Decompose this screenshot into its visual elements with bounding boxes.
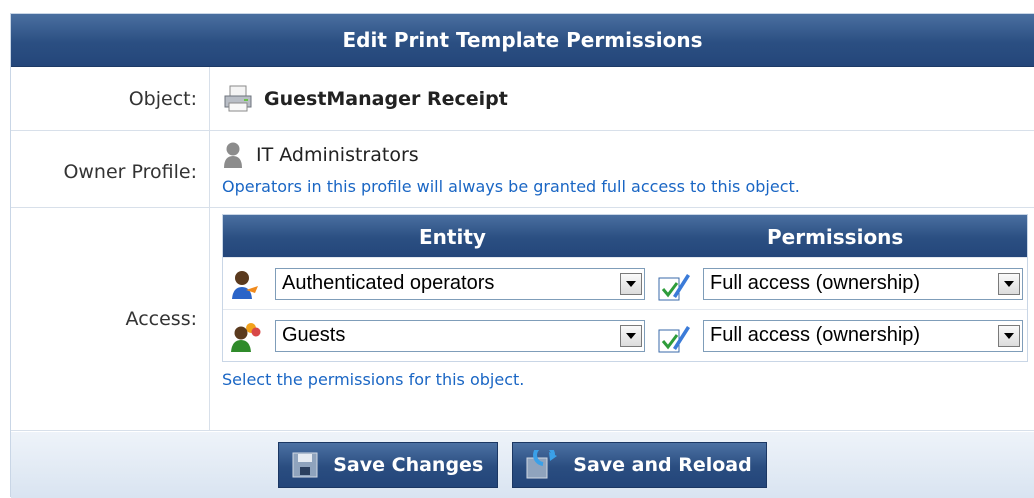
- access-hint: Select the permissions for this object.: [222, 370, 525, 389]
- permission-select-1[interactable]: Full access (ownership): [703, 267, 1023, 300]
- panel-title: Edit Print Template Permissions: [11, 14, 1034, 67]
- chevron-down-icon[interactable]: [998, 324, 1020, 347]
- access-label: Access:: [11, 208, 210, 430]
- access-table: Entity Permissions Authenticated operato…: [222, 214, 1028, 362]
- save-and-reload-label: Save and Reload: [573, 454, 752, 476]
- entity-select-1-value: Authenticated operators: [282, 272, 495, 294]
- permission-select-2[interactable]: Full access (ownership): [703, 319, 1023, 352]
- object-name: GuestManager Receipt: [264, 87, 508, 110]
- access-entry-row: Authenticated operators Full access (own…: [223, 257, 1027, 309]
- entity-column-header: Entity: [419, 225, 486, 249]
- permission-check-icon: [658, 274, 690, 301]
- save-and-reload-button[interactable]: Save and Reload: [512, 442, 767, 488]
- access-row: Access: Entity Permissions Authenticated…: [11, 208, 1034, 431]
- access-table-header: Entity Permissions: [223, 215, 1027, 257]
- save-changes-label: Save Changes: [333, 454, 484, 476]
- owner-label: Owner Profile:: [11, 131, 210, 207]
- permission-select-1-value: Full access (ownership): [710, 272, 921, 294]
- permissions-column-header: Permissions: [767, 225, 904, 249]
- object-row: Object: GuestManager Receipt: [11, 67, 1034, 131]
- operator-user-icon: [232, 271, 258, 299]
- chevron-down-icon[interactable]: [620, 272, 642, 295]
- printer-icon: [224, 85, 252, 111]
- owner-name: IT Administrators: [256, 144, 419, 166]
- permission-check-icon: [658, 326, 690, 353]
- entity-select-2[interactable]: Guests: [275, 319, 645, 352]
- guests-group-icon: [231, 323, 261, 352]
- permission-select-2-value: Full access (ownership): [710, 324, 921, 346]
- floppy-disk-icon: [292, 452, 318, 478]
- button-bar: Save Changes Save and Reload: [11, 432, 1034, 498]
- reload-icon: [526, 450, 558, 479]
- save-changes-button[interactable]: Save Changes: [278, 442, 499, 488]
- entity-select-1[interactable]: Authenticated operators: [275, 267, 645, 300]
- profile-silhouette-icon: [224, 142, 242, 168]
- chevron-down-icon[interactable]: [998, 272, 1020, 295]
- owner-hint: Operators in this profile will always be…: [222, 177, 800, 196]
- access-entry-row: Guests Full access (ownership): [223, 309, 1027, 361]
- owner-row: Owner Profile: IT Administrators Operato…: [11, 131, 1034, 208]
- chevron-down-icon[interactable]: [620, 324, 642, 347]
- permissions-panel: Edit Print Template Permissions Object: …: [10, 13, 1034, 498]
- object-label: Object:: [11, 67, 210, 130]
- entity-select-2-value: Guests: [282, 324, 346, 346]
